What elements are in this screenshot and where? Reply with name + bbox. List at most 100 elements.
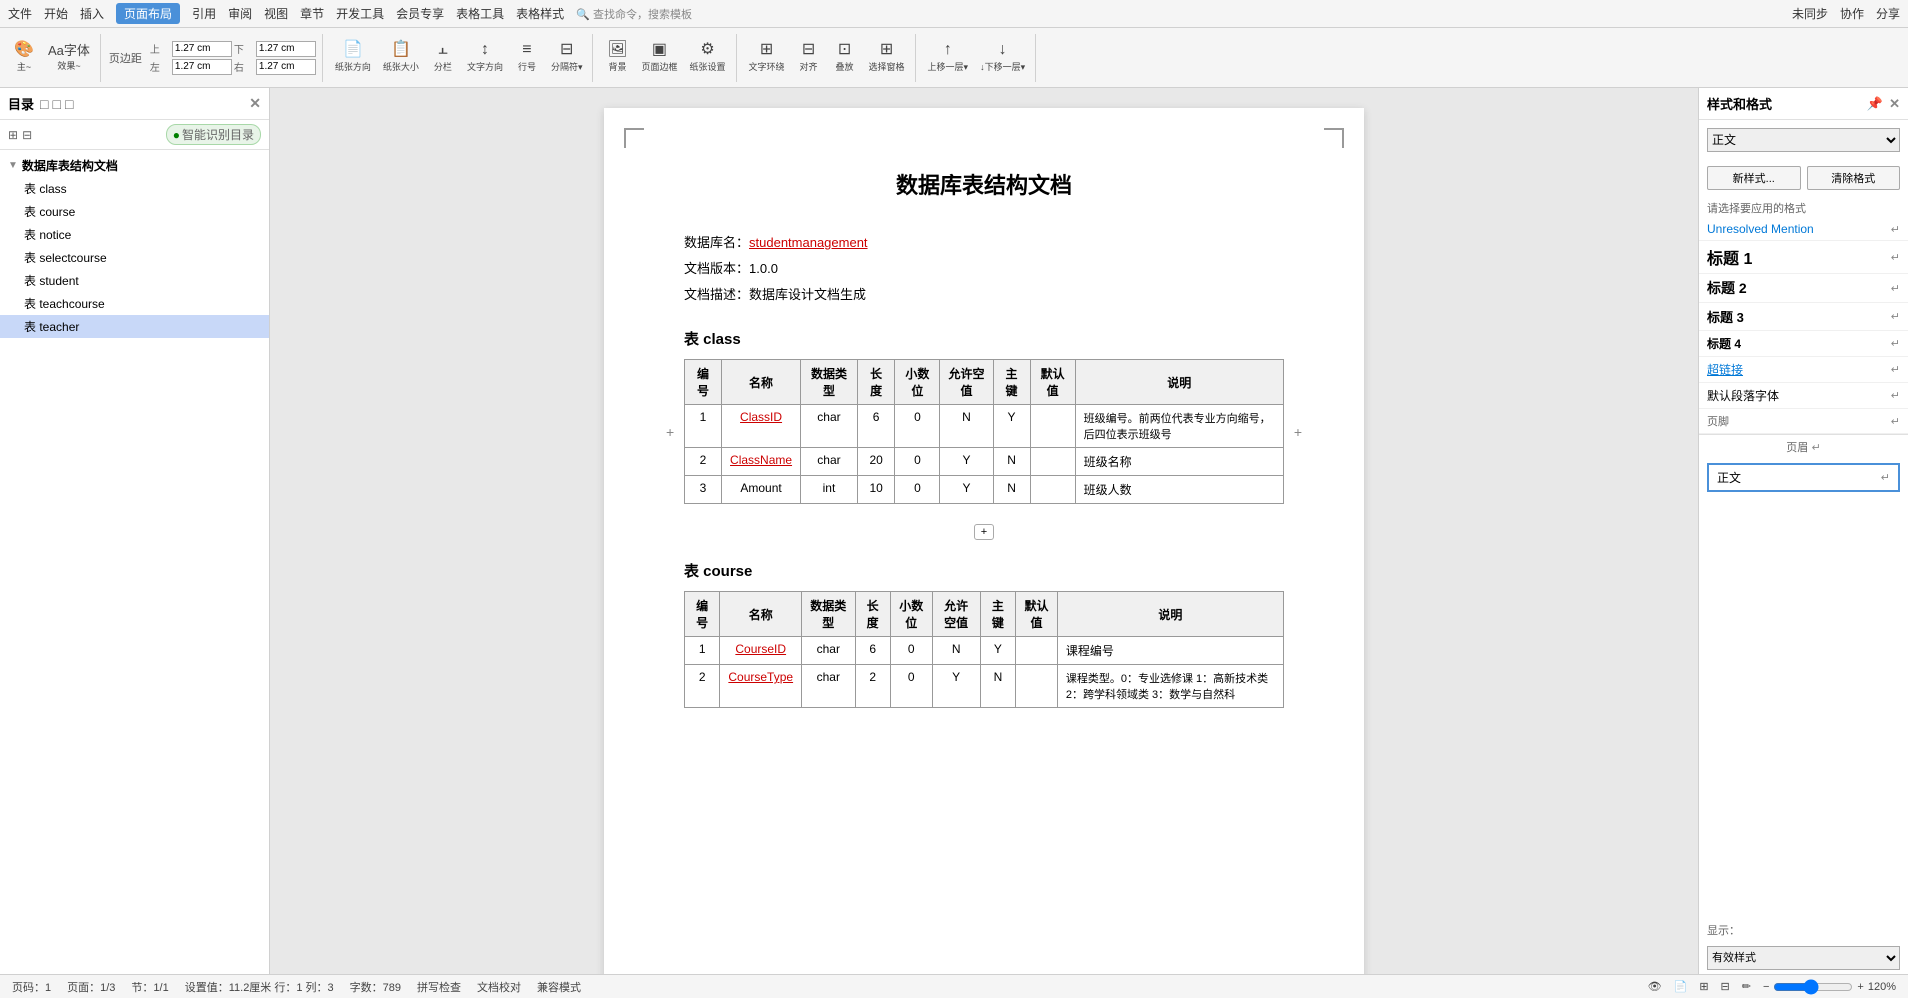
td-default <box>1016 637 1058 665</box>
menu-collaborate[interactable]: 协作 <box>1840 5 1864 22</box>
style-item-zhengwen[interactable]: 正文 ↵ <box>1707 463 1900 492</box>
toc-item-student[interactable]: 表 student <box>0 269 269 292</box>
new-style-btn[interactable]: 新样式... <box>1707 166 1801 190</box>
combo-btn[interactable]: 🎨 主~ <box>8 40 40 75</box>
td-desc: 班级编号。前两位代表专业方向缩号，后四位表示班级号 <box>1075 405 1283 448</box>
show-style-select[interactable]: 有效样式 <box>1707 946 1900 970</box>
status-doc-compare[interactable]: 文档校对 <box>477 979 521 995</box>
text-direction-btn[interactable]: ↕ 文字方向 <box>463 40 507 75</box>
toc-icon-3[interactable]: □ <box>65 96 73 112</box>
db-desc-label: 文档描述： <box>684 287 749 302</box>
page-size-btn[interactable]: 📋 纸张大小 <box>379 40 423 75</box>
style-item-h2[interactable]: 标题 2 ↵ <box>1699 274 1908 303</box>
menu-review[interactable]: 审阅 <box>228 5 252 22</box>
toc-item-notice[interactable]: 表 notice <box>0 223 269 246</box>
menu-view[interactable]: 视图 <box>264 5 288 22</box>
zoom-slider[interactable] <box>1773 979 1853 995</box>
show-label: 显示： <box>1699 918 1908 942</box>
style-item-link[interactable]: 超链接 ↵ <box>1699 357 1908 383</box>
toc-item-root[interactable]: ▼ 数据库表结构文档 <box>0 154 269 177</box>
field-link[interactable]: CourseType <box>728 670 793 684</box>
menu-search[interactable]: 🔍 查找命令，搜索模板 <box>576 6 692 22</box>
field-link[interactable]: CourseID <box>735 642 786 656</box>
paper-settings-btn[interactable]: ⚙ 纸张设置 <box>686 40 730 75</box>
menu-sync[interactable]: 未同步 <box>1792 5 1828 22</box>
table-class-add-btn[interactable]: + <box>974 524 994 540</box>
menu-dev[interactable]: 开发工具 <box>336 5 384 22</box>
toc-item-selectcourse[interactable]: 表 selectcourse <box>0 246 269 269</box>
pin-icon[interactable]: 📌 <box>1867 96 1883 112</box>
toc-icon-1[interactable]: □ <box>40 96 48 112</box>
menu-table-style[interactable]: 表格样式 <box>516 5 564 22</box>
td-length: 2 <box>855 665 890 708</box>
menu-home[interactable]: 开始 <box>44 5 68 22</box>
background-btn[interactable]: 🖼 背景 <box>601 40 633 75</box>
margin-right-input[interactable] <box>256 59 316 75</box>
view-icon-4[interactable]: ⊟ <box>1721 980 1730 993</box>
text-wrap-btn[interactable]: ⊞ 文字环绕 <box>745 40 789 75</box>
columns-btn[interactable]: ⫠ 分栏 <box>427 40 459 75</box>
style-item-default-font[interactable]: 默认段落字体 ↵ <box>1699 383 1908 409</box>
page-corner-tl <box>624 128 644 148</box>
menu-layout[interactable]: 页面布局 <box>116 3 180 24</box>
page-direction-btn[interactable]: 📄 纸张方向 <box>331 40 375 75</box>
toc-toolbar: ⊞ ⊟ ● 智能识别目录 <box>0 120 269 150</box>
style-item-unresolved[interactable]: Unresolved Mention ↵ <box>1699 218 1908 241</box>
toc-collapse-icon[interactable]: ⊟ <box>22 128 32 142</box>
toc-item-course[interactable]: 表 course <box>0 200 269 223</box>
selection-pane-btn[interactable]: ⊞ 选择窗格 <box>865 40 909 75</box>
menu-file[interactable]: 文件 <box>8 5 32 22</box>
right-panel-header-icons: 📌 ✕ <box>1867 96 1900 112</box>
aa-font-btn[interactable]: Aa字体 效果~ <box>44 42 94 74</box>
style-name-link: 超链接 <box>1707 361 1743 378</box>
zoom-in-btn[interactable]: + <box>1857 981 1863 993</box>
send-backward-btn[interactable]: ↓ ↓下移一层▾ <box>976 40 1029 75</box>
view-icon-5[interactable]: ✏ <box>1742 980 1751 993</box>
td-decimal: 0 <box>890 637 932 665</box>
clear-style-btn[interactable]: 清除格式 <box>1807 166 1901 190</box>
toc-item-teachcourse[interactable]: 表 teachcourse <box>0 292 269 315</box>
margin-bottom-input[interactable] <box>256 41 316 57</box>
menu-insert[interactable]: 插入 <box>80 5 104 22</box>
style-item-h1[interactable]: 标题 1 ↵ <box>1699 241 1908 274</box>
menu-share[interactable]: 分享 <box>1876 5 1900 22</box>
toc-close-btn[interactable]: ✕ <box>249 95 261 112</box>
view-icon-1[interactable]: 👁 <box>1648 980 1662 993</box>
th-decimal: 小数位 <box>890 592 932 637</box>
bring-forward-btn[interactable]: ↑ 上移一层▾ <box>924 40 973 75</box>
margin-left-input[interactable] <box>172 59 232 75</box>
right-panel-close-icon[interactable]: ✕ <box>1889 96 1900 112</box>
menu-table-tools[interactable]: 表格工具 <box>456 5 504 22</box>
field-link[interactable]: ClassName <box>730 453 792 467</box>
status-compat[interactable]: 兼容模式 <box>537 979 581 995</box>
table-add-left[interactable]: + <box>666 424 674 440</box>
toc-item-teacher[interactable]: 表 teacher <box>0 315 269 338</box>
line-number-btn[interactable]: ≡ 行号 <box>511 40 543 75</box>
status-spell-check[interactable]: 拼写检查 <box>417 979 461 995</box>
style-item-h3[interactable]: 标题 3 ↵ <box>1699 303 1908 331</box>
table-course-header-row: 编号 名称 数据类型 长度 小数位 允许空值 主键 默认值 说明 <box>685 592 1284 637</box>
doc-area[interactable]: 数据库表结构文档 数据库名：studentmanagement 文档版本：1.0… <box>270 88 1698 974</box>
page-border-btn[interactable]: ▣ 页面边框 <box>637 40 681 75</box>
margin-top-input[interactable] <box>172 41 232 57</box>
align-btn[interactable]: ⊟ 对齐 <box>793 40 825 75</box>
td-name: CourseType <box>720 665 802 708</box>
menu-member[interactable]: 会员专享 <box>396 5 444 22</box>
zoom-out-btn[interactable]: − <box>1763 981 1769 993</box>
toc-icon-2[interactable]: □ <box>52 96 60 112</box>
th-id: 编号 <box>685 360 722 405</box>
table-class-add-right[interactable]: + <box>1294 424 1302 440</box>
style-item-h4[interactable]: 标题 4 ↵ <box>1699 331 1908 357</box>
toc-expand-icon[interactable]: ⊞ <box>8 128 18 142</box>
view-icon-2[interactable]: 📄 <box>1674 980 1688 993</box>
style-item-footer[interactable]: 页脚 ↵ <box>1699 409 1908 434</box>
separator-btn[interactable]: ⊟ 分隔符▾ <box>547 40 587 75</box>
toc-item-class[interactable]: 表 class <box>0 177 269 200</box>
style-select[interactable]: 正文 <box>1707 128 1900 152</box>
view-icon-3[interactable]: ⊞ <box>1699 980 1708 993</box>
menu-reference[interactable]: 引用 <box>192 5 216 22</box>
menu-section[interactable]: 章节 <box>300 5 324 22</box>
field-link[interactable]: ClassID <box>740 410 782 424</box>
group-btn[interactable]: ⊡ 叠放 <box>829 40 861 75</box>
smart-toc-btn[interactable]: ● 智能识别目录 <box>166 124 261 145</box>
